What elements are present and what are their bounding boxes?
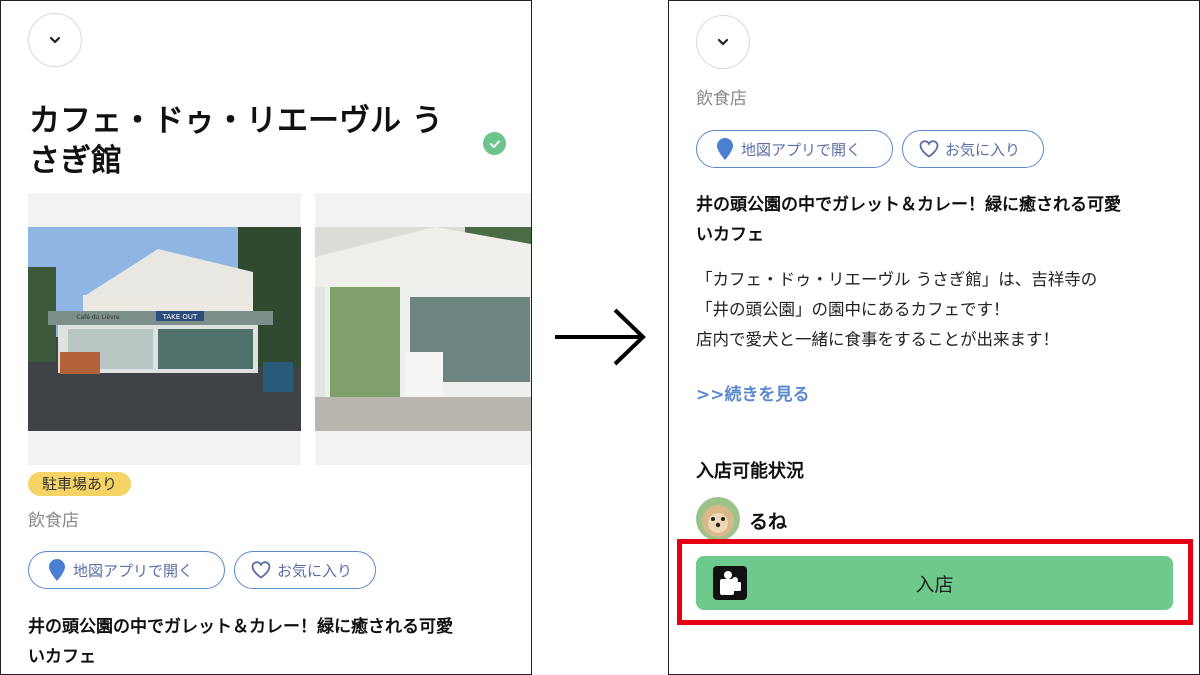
shop-headline: 井の頭公園の中でガレット＆カレー！緑に癒される可愛 いカフェ [696,190,1196,250]
open-map-button[interactable]: 地図アプリで開く [28,551,225,589]
collapse-button[interactable] [28,13,82,67]
arrow-right-icon [555,308,646,366]
shop-title: カフェ・ドゥ・リエーヴル うさぎ館 [29,103,443,179]
description-line-1: 「カフェ・ドゥ・リエーヴル うさぎ館」は、吉祥寺の [696,270,1098,289]
favorite-button[interactable]: お気に入り [902,130,1044,168]
parking-badge: 駐車場あり [28,472,132,496]
user-name: るね [749,511,788,533]
enter-store-button[interactable]: 入店 [696,556,1173,610]
map-pin-icon [717,138,733,160]
chevron-down-icon [717,38,729,46]
cafe-terrace-photo [315,227,531,431]
takeout-sign-text: TAKE OUT [162,313,198,321]
photo-gallery[interactable]: TAKE OUT Café du Lièvre [28,193,531,465]
shop-headline: 井の頭公園の中でガレット＆カレー！緑に癒される可愛 いカフェ [28,612,528,672]
cafe-exterior-photo: TAKE OUT Café du Lièvre [28,227,301,431]
headline-line-2: いカフェ [28,647,96,667]
dog-bag-icon [713,566,747,600]
chevron-down-icon [49,36,61,44]
category-label: 飲食店 [696,89,747,109]
description-line-2: 「井の頭公園」の園中にあるカフェです！ [696,300,1010,319]
photo-card-1[interactable]: TAKE OUT Café du Lièvre [28,193,301,465]
right-screen: 飲食店 地図アプリで開く お気に入り 井の頭公園の中でガレット＆カレー！緑に癒さ… [668,0,1200,675]
headline-line-1: 井の頭公園の中でガレット＆カレー！緑に癒される可愛 [696,195,1121,215]
headline-line-1: 井の頭公園の中でガレット＆カレー！緑に癒される可愛 [28,617,453,637]
favorite-label: お気に入り [277,561,353,580]
read-more-link[interactable]: >>続きを見る [696,380,810,405]
heart-icon [919,140,939,158]
open-map-label: 地図アプリで開く [73,561,194,580]
category-label: 飲食店 [28,511,79,531]
left-screen: カフェ・ドゥ・リエーヴル うさぎ館 TAKE OUT Café du Lièvr… [0,0,532,675]
availability-title: 入店可能状況 [696,461,804,482]
favorite-button[interactable]: お気に入り [234,551,376,589]
user-avatar [696,497,740,541]
headline-line-2: いカフェ [696,225,764,245]
verified-check-icon [483,132,506,155]
collapse-button[interactable] [696,15,750,69]
enter-store-label: 入店 [915,573,954,596]
open-map-label: 地図アプリで開く [741,140,862,159]
cafe-sign-text: Café du Lièvre [76,314,120,321]
shop-description: 「カフェ・ドゥ・リエーヴル うさぎ館」は、吉祥寺の 「井の頭公園」の園中にあるカ… [696,265,1176,355]
heart-icon [251,561,271,579]
open-map-button[interactable]: 地図アプリで開く [696,130,893,168]
map-pin-icon [49,559,65,581]
favorite-label: お気に入り [945,140,1021,159]
description-line-3: 店内で愛犬と一緒に食事をすることが出来ます！ [696,330,1059,349]
photo-card-2[interactable] [315,193,531,465]
